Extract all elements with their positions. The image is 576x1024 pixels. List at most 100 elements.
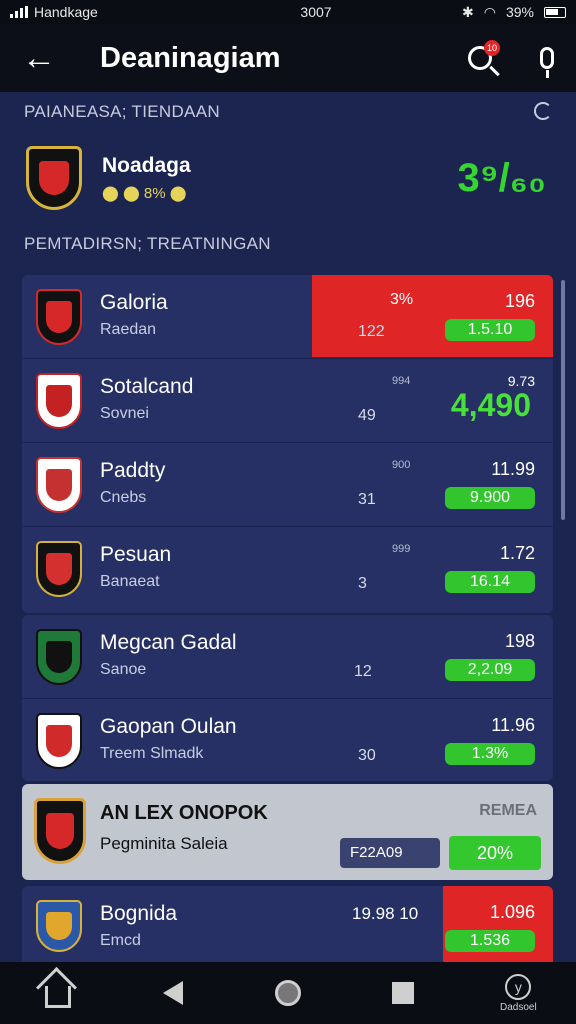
list-item[interactable]: Bognida Emcd 19.98 10 1.096 1.536 <box>22 886 553 962</box>
status-bar: Handkage 3007 ✱ ◠ 39% <box>0 0 576 24</box>
bluetooth-icon: ✱ <box>462 3 474 20</box>
promo-title: AN LEX ONOPOK <box>100 802 268 824</box>
team-name: Sotalcand <box>100 375 194 398</box>
team-name: Bognida <box>100 902 178 925</box>
team-sub: Sovnei <box>100 405 149 422</box>
team-crest-icon <box>36 457 82 513</box>
team-pill[interactable]: 16.14 <box>445 571 535 593</box>
battery-text: 39% <box>505 4 534 20</box>
carrier-name: Handkage <box>34 4 98 20</box>
promo-sub: Pegminita Saleia <box>100 834 228 853</box>
team-sub: Raedan <box>100 321 157 338</box>
team-mid: 12 <box>354 663 372 680</box>
team-pill[interactable]: 1.5.10 <box>445 319 535 341</box>
dial-icon: y <box>505 973 532 1000</box>
team-sub: Treem Slmadk <box>100 745 204 762</box>
team-crest-icon <box>36 541 82 597</box>
signal-icon <box>10 6 28 18</box>
team-name: Paddty <box>100 459 166 482</box>
team-sub: Banaeat <box>100 573 160 590</box>
team-small: 999 <box>392 543 411 555</box>
scrollbar[interactable] <box>561 280 565 520</box>
team-sub: Cnebs <box>100 489 147 506</box>
team-value: 1.096 <box>489 902 535 922</box>
team-crest-icon <box>36 289 82 345</box>
promo-tag: REMEA <box>479 802 537 819</box>
highlight-block <box>312 275 553 357</box>
team-name: Galoria <box>100 291 168 314</box>
team-name: Megcan Gadal <box>100 631 237 654</box>
team-small: 3% <box>390 291 414 308</box>
team-value: 198 <box>504 631 535 651</box>
nav-back[interactable] <box>143 968 203 1018</box>
notification-badge: 10 <box>484 40 500 56</box>
page-title: Deaninagiam <box>100 41 281 74</box>
nav-home-circle[interactable] <box>258 968 318 1018</box>
team-list: Galoria Raedan 3% 122 196 1.5.10 Sotalca… <box>22 275 553 613</box>
wifi-icon: ◠ <box>483 3 496 20</box>
microphone-icon[interactable] <box>540 47 554 78</box>
team-mid: 49 <box>358 407 376 424</box>
refresh-icon[interactable] <box>534 102 552 120</box>
team-crest-icon <box>36 713 82 769</box>
team-pill[interactable]: 9.900 <box>445 487 535 509</box>
list-item[interactable]: Gaopan Oulan Treem Slmadk 30 11.96 1.3% <box>22 699 553 781</box>
team-list-secondary: Megcan Gadal Sanoe 12 198 2,2.09 Gaopan … <box>22 615 553 781</box>
home-icon <box>44 986 71 1008</box>
team-mid: 31 <box>358 491 376 508</box>
status-right: ✱ ◠ 39% <box>462 4 566 21</box>
team-crest-icon <box>26 146 82 210</box>
team-small: 900 <box>392 459 411 471</box>
team-value: 196 <box>504 291 535 311</box>
nav-dial[interactable]: y Dadsoel <box>488 968 548 1018</box>
promo-chip[interactable]: F22A09 <box>340 838 440 868</box>
team-name: Pesuan <box>100 543 172 566</box>
list-item[interactable]: Galoria Raedan 3% 122 196 1.5.10 <box>22 275 553 359</box>
team-pill[interactable]: 1.536 <box>445 930 535 952</box>
featured-score: 3⁹/₆₀ <box>457 155 546 200</box>
featured-team-name: Noadaga <box>102 154 191 177</box>
nav-home[interactable] <box>28 968 88 1018</box>
team-name: Gaopan Oulan <box>100 715 237 738</box>
featured-team-sub: ⬤ ⬤ 8% ⬤ <box>102 185 187 202</box>
square-icon <box>392 982 415 1004</box>
bottom-nav: y Dadsoel <box>0 962 576 1024</box>
nav-recents[interactable] <box>373 968 433 1018</box>
status-left: Handkage <box>10 4 210 20</box>
team-mid: 19.98 10 <box>352 904 419 923</box>
team-crest-icon <box>36 629 82 685</box>
battery-icon <box>544 6 566 18</box>
circle-icon <box>274 980 301 1006</box>
promo-crest-icon <box>34 798 86 864</box>
team-crest-icon <box>36 900 82 952</box>
back-icon <box>162 981 183 1005</box>
team-mid: 3 <box>358 575 367 592</box>
back-arrow-icon[interactable]: ← <box>22 41 82 75</box>
featured-team[interactable]: Noadaga ⬤ ⬤ 8% ⬤ 3⁹/₆₀ <box>26 142 556 214</box>
list-item[interactable]: Sotalcand Sovnei 994 49 9.73 4,490 <box>22 359 553 443</box>
status-time: 3007 <box>300 4 332 20</box>
team-sub: Sanoe <box>100 661 147 678</box>
promo-pill[interactable]: 20% <box>449 836 541 870</box>
team-pill[interactable]: 2,2.09 <box>445 659 535 681</box>
team-mid: 30 <box>358 747 376 764</box>
featured-info: Noadaga ⬤ ⬤ 8% ⬤ <box>82 154 457 202</box>
promo-card[interactable]: AN LEX ONOPOK Pegminita Saleia REMEA F22… <box>22 784 553 880</box>
team-value: 1.72 <box>499 543 535 563</box>
team-small: 994 <box>392 375 411 387</box>
list-item[interactable]: Paddty Cnebs 900 31 11.99 9.900 <box>22 443 553 527</box>
team-value: 11.96 <box>491 715 535 735</box>
team-mid: 122 <box>358 323 385 340</box>
team-big-value: 4,490 <box>450 387 531 423</box>
list-item[interactable]: Megcan Gadal Sanoe 12 198 2,2.09 <box>22 615 553 699</box>
team-value: 11.99 <box>491 459 535 479</box>
nav-label: Dadsoel <box>499 1001 537 1013</box>
team-crest-icon <box>36 373 82 429</box>
list-item[interactable]: Pesuan Banaeat 999 3 1.72 16.14 <box>22 527 553 611</box>
team-sub: Emcd <box>100 932 141 949</box>
list-section-label: PEMTADIRSN; TREATNINGAN <box>24 234 271 253</box>
team-pill[interactable]: 1.3% <box>445 743 535 765</box>
app-bar: ← Deaninagiam 10 <box>0 24 576 92</box>
featured-section-label: PAIANEASA; TIENDAAN <box>24 102 220 121</box>
search-button[interactable]: 10 <box>468 40 528 70</box>
